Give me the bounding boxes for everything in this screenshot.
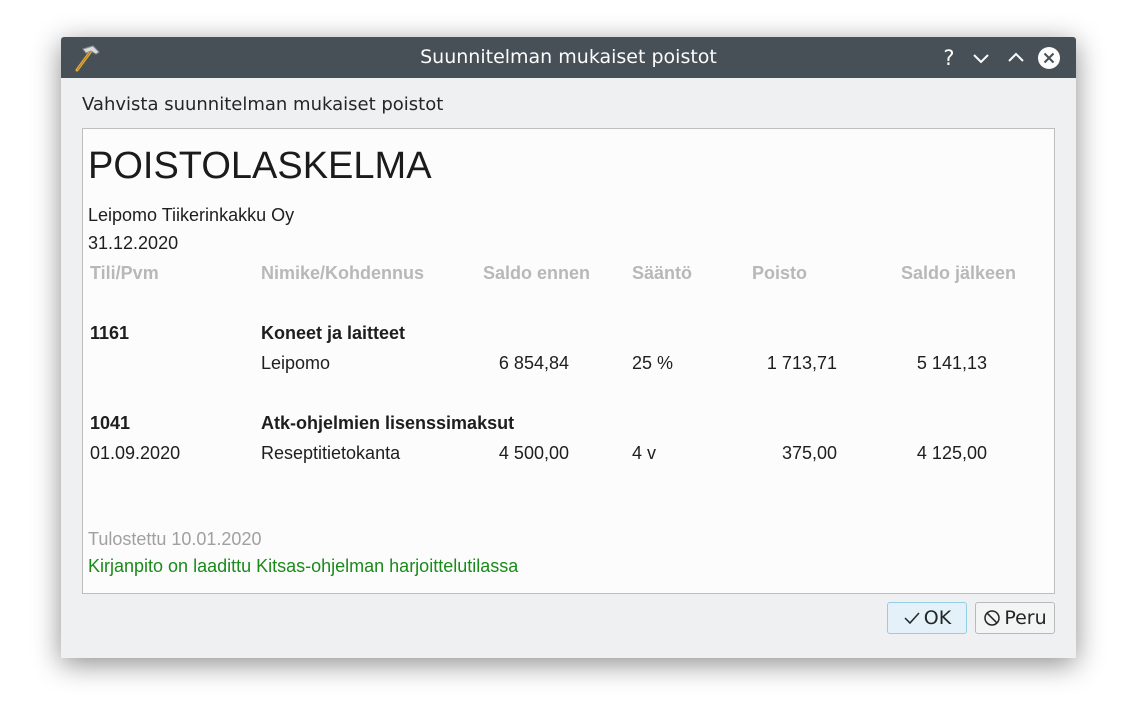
- report-heading: POISTOLASKELMA: [88, 145, 432, 187]
- window-title: Suunnitelman mukaiset poistot: [420, 46, 717, 68]
- account-name: Atk-ohjelmien lisenssimaksut: [261, 413, 515, 433]
- checkmark-icon: [904, 612, 920, 625]
- column-header-name: Nimike/Kohdennus: [261, 263, 425, 283]
- row-balance-after: 5 141,13: [916, 353, 987, 373]
- report-preview[interactable]: POISTOLASKELMA Leipomo Tiikerinkakku Oy …: [82, 128, 1055, 594]
- column-header-account: Tili/Pvm: [90, 263, 159, 283]
- row-date: 01.09.2020: [90, 443, 181, 463]
- row-rule: 25 %: [632, 353, 674, 373]
- column-header-rule: Sääntö: [632, 263, 693, 283]
- practice-mode-note: Kirjanpito on laadittu Kitsas-ohjelman h…: [88, 556, 519, 576]
- row-balance-before: 4 500,00: [498, 443, 569, 463]
- help-button[interactable]: ?: [937, 46, 961, 70]
- dialog-prompt: Vahvista suunnitelman mukaiset poistot: [82, 94, 444, 115]
- row-depreciation: 1 713,71: [766, 353, 837, 373]
- report-date: 31.12.2020: [88, 233, 179, 253]
- row-depreciation: 375,00: [781, 443, 837, 463]
- row-rule: 4 v: [632, 443, 657, 463]
- column-header-balance-before: Saldo ennen: [483, 263, 591, 283]
- column-header-balance-after: Saldo jälkeen: [901, 263, 1017, 283]
- row-target: Reseptitietokanta: [261, 443, 401, 463]
- account-number: 1161: [90, 323, 130, 343]
- company-name: Leipomo Tiikerinkakku Oy: [88, 205, 295, 225]
- row-target: Leipomo: [261, 353, 331, 373]
- row-balance-before: 6 854,84: [498, 353, 569, 373]
- printed-date: Tulostettu 10.01.2020: [88, 529, 262, 549]
- ok-button[interactable]: OK: [887, 602, 967, 634]
- close-icon[interactable]: [1037, 46, 1061, 70]
- title-bar[interactable]: Suunnitelman mukaiset poistot ?: [61, 37, 1076, 78]
- hammer-icon: [75, 45, 100, 72]
- column-header-depreciation: Poisto: [752, 263, 808, 283]
- chevron-down-icon[interactable]: [969, 46, 993, 70]
- account-name: Koneet ja laitteet: [261, 323, 406, 343]
- row-balance-after: 4 125,00: [916, 443, 987, 463]
- depreciation-dialog: Suunnitelman mukaiset poistot ? Vahvista…: [61, 37, 1076, 658]
- account-number: 1041: [90, 413, 131, 433]
- ok-button-label: OK: [923, 607, 952, 629]
- cancel-icon: [984, 610, 1001, 626]
- cancel-button-label: Peru: [1004, 607, 1047, 629]
- chevron-up-icon[interactable]: [1004, 46, 1028, 70]
- cancel-button[interactable]: Peru: [975, 602, 1055, 634]
